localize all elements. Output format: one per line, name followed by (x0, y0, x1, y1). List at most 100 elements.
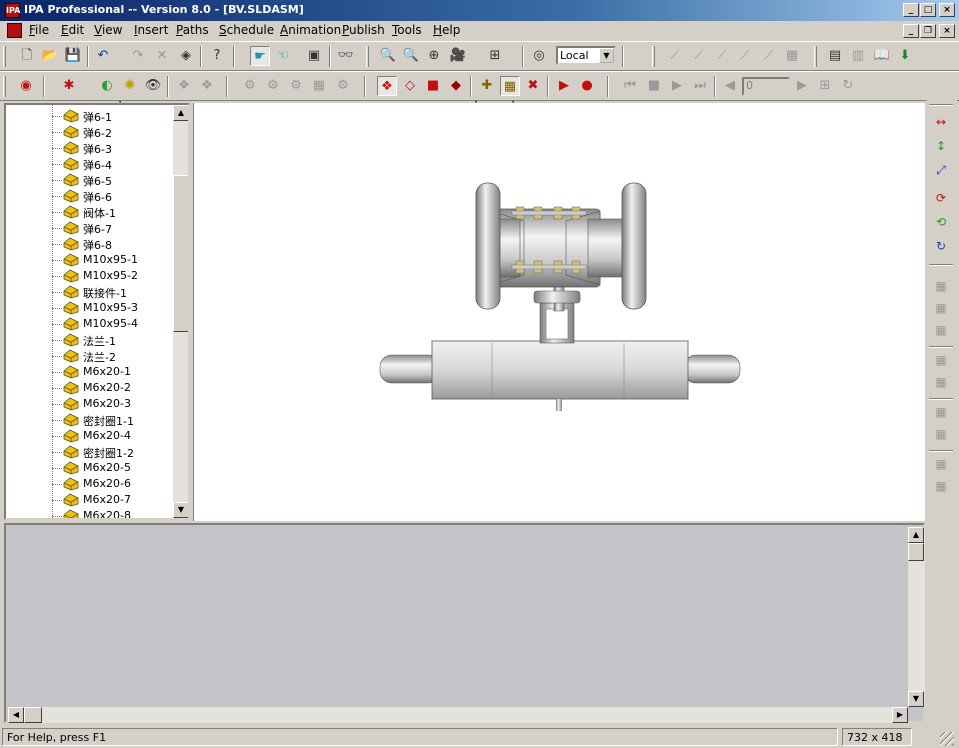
publish-tool-1-icon[interactable]: ▤ (825, 46, 845, 66)
timeline-horizontal-scrollbar[interactable]: ◀ ▶ (8, 707, 908, 723)
render-mode-1-icon[interactable]: ❖ (377, 76, 397, 96)
redo-icon[interactable]: ↷ (128, 46, 148, 66)
path-tool-3-icon[interactable]: ⟋ (712, 46, 732, 66)
tree-item[interactable]: M10x95-1 (6, 252, 176, 268)
find-binoculars-icon[interactable]: 👓 (336, 46, 356, 66)
constraint-horizontal-icon[interactable]: ↔ (930, 112, 952, 132)
grid-tool-3-icon[interactable]: ▦ (930, 320, 952, 340)
grid-tool-8-icon[interactable]: ▦ (930, 454, 952, 474)
step-back-icon[interactable]: ◀ (720, 76, 740, 96)
go-start-icon[interactable]: ⏮ (620, 76, 640, 96)
select-mode-icon[interactable]: ☛ (250, 46, 270, 66)
view-orientation-icon[interactable]: ⊞ (485, 46, 505, 66)
coordinate-system-icon[interactable]: ◎ (529, 46, 549, 66)
undo-icon[interactable]: ↶ (93, 46, 113, 66)
help-question-icon[interactable]: ? (207, 46, 227, 66)
tree-item[interactable]: 弹6-7 (6, 220, 176, 236)
tree-item[interactable]: 弹6-2 (6, 124, 176, 140)
timeline-scroll-left-icon[interactable]: ◀ (8, 707, 24, 723)
grid-tool-7-icon[interactable]: ▦ (930, 424, 952, 444)
tree-scroll-thumb[interactable] (173, 175, 188, 332)
constraint-diagonal-icon[interactable]: ⤢ (930, 160, 952, 180)
title-bar[interactable]: IPA IPA Professional -- Version 8.0 - [B… (0, 0, 959, 21)
tree-item[interactable]: M6x20-7 (6, 492, 176, 508)
tree-item[interactable]: 法兰-2 (6, 348, 176, 364)
3d-viewport[interactable] (193, 103, 925, 521)
assembly-tool-3-icon[interactable]: ✖ (523, 76, 543, 96)
step-forward-icon[interactable]: ▶ (792, 76, 812, 96)
new-file-icon[interactable]: 🗋 (17, 46, 37, 66)
menu-paths[interactable]: Paths (176, 23, 209, 37)
timeline-scroll-right-icon[interactable]: ▶ (892, 707, 908, 723)
minimize-button[interactable]: _ (903, 3, 919, 17)
chevron-down-icon[interactable]: ▼ (599, 48, 614, 63)
tree-item[interactable]: M6x20-5 (6, 460, 176, 476)
grid-tool-1-icon[interactable]: ▦ (930, 276, 952, 296)
tree-item[interactable]: 法兰-1 (6, 332, 176, 348)
play-icon[interactable]: ▶ (667, 76, 687, 96)
select-multiple-icon[interactable]: ☜ (273, 46, 293, 66)
path-tool-6-icon[interactable]: ▦ (782, 46, 802, 66)
scroll-up-icon[interactable]: ▲ (173, 105, 188, 121)
save-icon[interactable]: 💾 (63, 46, 83, 66)
document-icon[interactable] (7, 23, 22, 38)
menu-view[interactable]: View (94, 23, 122, 37)
part-tool-1-icon[interactable]: ⚙ (240, 76, 260, 96)
properties-icon[interactable]: ◈ (176, 46, 196, 66)
menu-help[interactable]: Help (433, 23, 460, 37)
part-tool-2-icon[interactable]: ⚙ (263, 76, 283, 96)
zoom-area-icon[interactable]: 🔍 (401, 46, 421, 66)
menu-animation[interactable]: Animation (280, 23, 341, 37)
menu-tools[interactable]: Tools (392, 23, 422, 37)
tree-item[interactable]: M6x20-8 (6, 508, 176, 518)
publish-tool-2-icon[interactable]: ▥ (848, 46, 868, 66)
delete-icon[interactable]: ✕ (152, 46, 172, 66)
resize-grip-icon[interactable] (940, 732, 954, 746)
doc-close-button[interactable]: × (939, 24, 955, 38)
timeline-hscroll-thumb[interactable] (24, 707, 42, 723)
timeline-scroll-up-icon[interactable]: ▲ (908, 527, 924, 543)
explode-icon[interactable]: ✱ (59, 76, 79, 96)
record-icon[interactable]: ▶ (554, 76, 574, 96)
timeline-vertical-scrollbar[interactable]: ▲ ▼ (908, 527, 925, 707)
timeline-panel[interactable]: ▲ ▼ ◀ ▶ (4, 523, 925, 723)
tree-item[interactable]: M6x20-6 (6, 476, 176, 492)
doc-minimize-button[interactable]: _ (903, 24, 919, 38)
tree-item[interactable]: M6x20-3 (6, 396, 176, 412)
part-tool-3-icon[interactable]: ⚙ (286, 76, 306, 96)
open-folder-icon[interactable]: 📂 (40, 46, 60, 66)
publish-book-icon[interactable]: 📖 (872, 46, 892, 66)
constraint-rotate-z-icon[interactable]: ↻ (930, 236, 952, 256)
tree-item[interactable]: M6x20-1 (6, 364, 176, 380)
timeline-scroll-down-icon[interactable]: ▼ (908, 691, 924, 707)
visibility-eye-icon[interactable]: 👁 (143, 76, 163, 96)
camera-record-icon[interactable]: ● (577, 76, 597, 96)
group-tool-2-icon[interactable]: ❖ (197, 76, 217, 96)
assembly-tree[interactable]: 弹6-1 弹6-2 弹6-3 弹6-4 弹6-5 弹6-6 阀体-1 弹6-7 弹6-8 M10x… (4, 103, 190, 520)
valve-assembly-model[interactable] (194, 103, 926, 521)
timeline-vscroll-thumb[interactable] (908, 543, 924, 561)
tree-item[interactable]: 弹6-5 (6, 172, 176, 188)
coordinate-system-select[interactable]: Local ▼ (556, 46, 616, 65)
part-tool-4-icon[interactable]: ▦ (309, 76, 329, 96)
assembly-tool-1-icon[interactable]: ✚ (477, 76, 497, 96)
tree-item[interactable]: 阀体-1 (6, 204, 176, 220)
grid-tool-2-icon[interactable]: ▦ (930, 298, 952, 318)
path-tool-1-icon[interactable]: ⟋ (665, 46, 685, 66)
scroll-down-icon[interactable]: ▼ (173, 502, 188, 518)
shaded-icon[interactable]: ■ (423, 76, 443, 96)
tree-item[interactable]: 联接件-1 (6, 284, 176, 300)
tree-item[interactable]: M10x95-3 (6, 300, 176, 316)
menu-schedule[interactable]: Schedule (219, 23, 274, 37)
app-icon[interactable]: IPA (5, 3, 20, 18)
grid-tool-6-icon[interactable]: ▦ (930, 402, 952, 422)
path-tool-4-icon[interactable]: ⟋ (735, 46, 755, 66)
maximize-button[interactable]: □ (920, 3, 936, 17)
camera-icon[interactable]: 🎥 (448, 46, 468, 66)
tree-item[interactable]: M6x20-4 (6, 428, 176, 444)
light-bulb-icon[interactable]: ✺ (120, 76, 140, 96)
reset-icon[interactable]: ↻ (838, 76, 858, 96)
grid-tool-5-icon[interactable]: ▦ (930, 372, 952, 392)
tree-item[interactable]: M10x95-4 (6, 316, 176, 332)
zoom-in-icon[interactable]: ⊕ (424, 46, 444, 66)
